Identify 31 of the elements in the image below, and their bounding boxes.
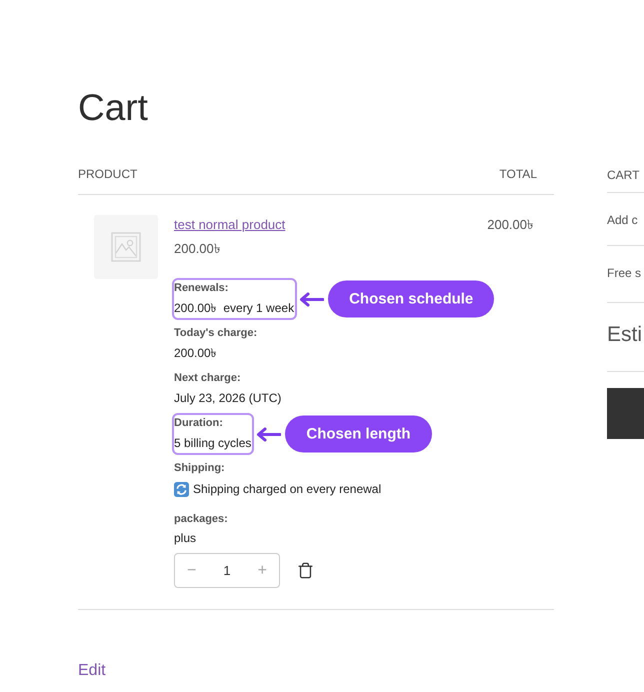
page-title: Cart [78, 86, 148, 130]
column-header: PRODUCT [78, 166, 138, 182]
meta-value: 5 billing cycles [174, 435, 252, 452]
callout-arrow [299, 292, 324, 306]
sidebar-subheading: Esti [607, 323, 642, 346]
sidebar-row-label: Free s [607, 266, 642, 280]
callout-arrow [256, 427, 282, 441]
sidebar-heading: CART [607, 168, 640, 182]
meta-label: Renewals: [174, 281, 228, 296]
trash-icon [297, 562, 314, 579]
attribute-value: plus [174, 530, 196, 547]
meta-label: Duration: [174, 416, 223, 431]
meta-value: 200.00৳ [174, 345, 217, 362]
meta-value: 200.00৳ every 1 week [174, 300, 294, 317]
meta-label: Shipping: [174, 461, 225, 476]
product-link[interactable]: test normal product [174, 216, 286, 234]
product-price: 200.00৳ [174, 240, 220, 258]
remove-button[interactable] [297, 562, 314, 579]
meta-value: Shipping charged on every renewal [193, 481, 382, 498]
meta-label: Today's charge: [174, 326, 258, 341]
column-header: TOTAL [499, 166, 538, 182]
image-icon [111, 232, 141, 262]
attribute-label: packages: [174, 512, 228, 527]
sidebar-row-label: Add c [607, 213, 638, 227]
meta-label: Next charge: [174, 371, 241, 386]
item-total: 200.00৳ [487, 216, 534, 234]
repeat-icon [174, 482, 189, 496]
edit-link[interactable]: Edit [78, 661, 106, 681]
callout-label: Chosen schedule [328, 280, 494, 318]
callout-label: Chosen length [285, 416, 432, 452]
meta-value: July 23, 2026 (UTC) [174, 390, 282, 407]
